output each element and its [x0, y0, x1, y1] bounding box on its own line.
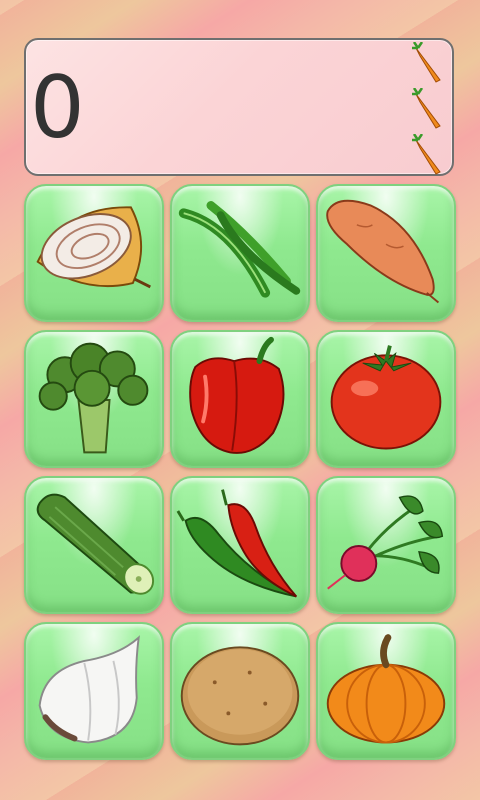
tile-radish[interactable]	[316, 476, 456, 614]
carrot-icon	[412, 42, 441, 83]
tile-chili-peppers[interactable]	[170, 476, 310, 614]
radish-icon	[327, 495, 444, 590]
vegetable-grid	[24, 184, 458, 760]
lives-indicator	[410, 40, 450, 178]
score-value: 0	[30, 58, 85, 158]
tile-pumpkin[interactable]	[316, 622, 456, 760]
sweet-potato-icon	[326, 199, 440, 304]
carrot-icon	[412, 88, 441, 129]
tile-broccoli[interactable]	[24, 330, 164, 468]
tile-cucumber[interactable]	[24, 476, 164, 614]
chili-peppers-icon	[176, 489, 298, 598]
tomato-icon	[330, 345, 442, 450]
tile-potato[interactable]	[170, 622, 310, 760]
tile-sweet-potato[interactable]	[316, 184, 456, 322]
potato-icon	[180, 646, 300, 746]
garlic-icon	[38, 635, 140, 744]
green-beans-icon	[178, 201, 301, 298]
tile-green-beans[interactable]	[170, 184, 310, 322]
broccoli-icon	[38, 342, 149, 454]
red-pepper-icon	[189, 336, 285, 454]
cucumber-icon	[36, 493, 155, 595]
score-display: 0	[24, 38, 454, 176]
tile-garlic[interactable]	[24, 622, 164, 760]
carrot-icon	[412, 134, 441, 175]
tile-onion[interactable]	[24, 184, 164, 322]
onion-icon	[36, 206, 151, 289]
tile-red-pepper[interactable]	[170, 330, 310, 468]
tile-tomato[interactable]	[316, 330, 456, 468]
pumpkin-icon	[326, 634, 446, 744]
